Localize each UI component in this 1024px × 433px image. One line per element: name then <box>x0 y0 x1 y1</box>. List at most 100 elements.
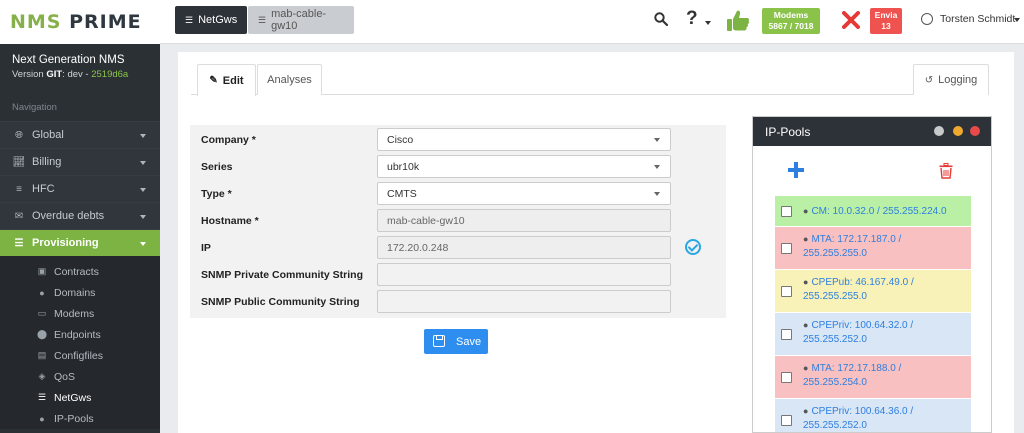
brand-version: Version GIT: dev - 2519d6a <box>12 69 148 80</box>
sliders-icon: ≡ <box>16 183 22 195</box>
pool-text[interactable]: ● MTA: 172.17.188.0 / 255.255.254.0 <box>803 361 965 390</box>
tag-icon: ● <box>803 363 809 373</box>
chart-icon: 📈︎ <box>12 156 26 168</box>
thumbs-up-icon[interactable] <box>726 9 750 33</box>
snmp-public-field[interactable] <box>377 290 671 313</box>
pool-text[interactable]: ● CPEPriv: 100.64.32.0 / 255.255.252.0 <box>803 318 965 347</box>
tab-bar: ✎ Edit Analyses ↺ Logging <box>191 64 989 96</box>
ip-pool-item[interactable]: ● MTA: 172.17.187.0 / 255.255.255.0 <box>775 226 971 269</box>
breadcrumb-gateway[interactable]: ☰ mab-cable-gw10 <box>248 6 354 34</box>
tag-icon: ● <box>803 277 809 287</box>
envia-badge-label: Envia <box>874 10 898 20</box>
type-select[interactable]: CMTS <box>377 182 671 205</box>
sidebar-subitem-contracts[interactable]: ▣ Contracts <box>0 261 160 282</box>
sidebar-subitem-ip-pools[interactable]: ● IP-Pools <box>0 408 160 429</box>
company-select[interactable]: Cisco <box>377 128 671 151</box>
sidebar-item-label: Overdue debts <box>32 210 105 222</box>
caret-down-icon <box>140 242 146 246</box>
pool-text[interactable]: ● CM: 10.0.32.0 / 255.255.224.0 <box>803 204 965 219</box>
sidebar-item-overdue-debts[interactable]: ✉ Overdue debts <box>0 202 160 229</box>
content-card: ✎ Edit Analyses ↺ Logging Company * Cisc… <box>178 52 1014 433</box>
server-icon: ☰ <box>185 14 194 25</box>
sidebar-item-label: Billing <box>32 156 62 168</box>
envia-status-badge[interactable]: Envia 13 <box>870 8 902 34</box>
search-icon[interactable] <box>654 12 668 26</box>
provisioning-submenu: ▣ Contracts ● Domains ▭ Modems ⬤ Endpoin… <box>0 256 160 429</box>
sidebar-item-billing[interactable]: 📈︎ Billing <box>0 148 160 175</box>
modems-badge-label: Modems <box>773 10 809 20</box>
save-button[interactable]: Save <box>424 329 488 354</box>
sidebar-subitem-domains[interactable]: ● Domains <box>0 282 160 303</box>
ip-pool-item[interactable]: ● CM: 10.0.32.0 / 255.255.224.0 <box>775 195 971 226</box>
logo[interactable]: NMS PRIME <box>10 11 142 33</box>
type-value: CMTS <box>387 188 417 200</box>
hostname-field[interactable]: mab-cable-gw10 <box>377 209 671 232</box>
series-label: Series <box>201 161 233 173</box>
envia-badge-count: 13 <box>881 21 891 31</box>
ip-pool-item[interactable]: ● MTA: 172.17.188.0 / 255.255.254.0 <box>775 355 971 398</box>
save-icon <box>433 335 445 347</box>
modems-status-badge[interactable]: Modems 5867 / 7018 <box>762 8 820 34</box>
history-icon: ↺ <box>924 74 934 86</box>
sidebar-item-provisioning[interactable]: ☰ Provisioning <box>0 229 160 256</box>
form-row-series: Series ubr10k <box>190 153 726 180</box>
ticket-icon: ◈ <box>38 371 46 381</box>
trash-icon[interactable] <box>939 163 953 179</box>
minimize-icon[interactable] <box>953 126 963 136</box>
sidebar-item-hfc[interactable]: ≡ HFC <box>0 175 160 202</box>
contract-icon: ▣ <box>37 266 47 276</box>
sidebar-subitem-netgws[interactable]: ☰ NetGws <box>0 387 160 408</box>
pool-checkbox[interactable] <box>781 206 792 217</box>
ip-pool-item[interactable]: ● CPEPriv: 100.64.32.0 / 255.255.252.0 <box>775 312 971 355</box>
tab-logging[interactable]: ↺ Logging <box>913 64 989 95</box>
series-select[interactable]: ubr10k <box>377 155 671 178</box>
caret-down-icon <box>140 161 146 165</box>
settings-icon[interactable] <box>934 126 944 136</box>
company-value: Cisco <box>387 134 414 146</box>
snmp-private-label: SNMP Private Community String <box>201 269 364 281</box>
caret-down-icon <box>140 188 146 192</box>
sidebar-item-label: Provisioning <box>32 237 99 249</box>
pool-checkbox[interactable] <box>781 415 792 426</box>
sidebar-subitem-qos[interactable]: ◈ QoS <box>0 366 160 387</box>
sidebar-item-label: HFC <box>32 183 55 195</box>
close-x-icon[interactable] <box>842 11 860 29</box>
caret-down-icon <box>140 215 146 219</box>
pool-text[interactable]: ● CPEPub: 46.167.49.0 / 255.255.255.0 <box>803 275 965 304</box>
sidebar-item-global[interactable]: 🌐︎ Global <box>0 121 160 148</box>
tag-icon: ● <box>803 234 809 244</box>
sidebar-subitem-configfiles[interactable]: ▤ Configfiles <box>0 345 160 366</box>
modems-badge-count: 5867 / 7018 <box>768 21 814 31</box>
pool-text[interactable]: ● CPEPriv: 100.64.36.0 / 255.255.252.0 <box>803 404 965 432</box>
tags-icon: ● <box>39 413 45 424</box>
logo-area[interactable]: NMS PRIME <box>0 0 160 44</box>
sidebar-item-label: Global <box>32 129 64 141</box>
breadcrumb-netgws[interactable]: ☰ NetGws <box>175 6 248 34</box>
pool-checkbox[interactable] <box>781 372 792 383</box>
git-label: GIT <box>46 69 63 80</box>
pool-checkbox[interactable] <box>781 243 792 254</box>
close-icon[interactable] <box>970 126 980 136</box>
sidebar-subitem-modems[interactable]: ▭ Modems <box>0 303 160 324</box>
ip-pool-item[interactable]: ● CPEPub: 46.167.49.0 / 255.255.255.0 <box>775 269 971 312</box>
snmp-private-field[interactable] <box>377 263 671 286</box>
pool-text[interactable]: ● MTA: 172.17.187.0 / 255.255.255.0 <box>803 232 965 261</box>
caret-down-icon[interactable] <box>705 21 711 25</box>
user-name[interactable]: Torsten Schmidt <box>940 13 1015 25</box>
help-icon[interactable]: ? <box>686 8 698 30</box>
ip-pool-item[interactable]: ● CPEPriv: 100.64.36.0 / 255.255.252.0 <box>775 398 971 432</box>
series-value: ubr10k <box>387 161 420 173</box>
pool-checkbox[interactable] <box>781 329 792 340</box>
server-icon: ☰ <box>37 392 47 402</box>
add-icon[interactable] <box>788 162 804 178</box>
tab-edit[interactable]: ✎ Edit <box>197 64 256 96</box>
user-icon[interactable] <box>921 13 933 25</box>
sidebar-subitem-label: QoS <box>54 370 76 383</box>
pool-label: CM: 10.0.32.0 / 255.255.224.0 <box>811 206 947 217</box>
ip-field[interactable]: 172.20.0.248 <box>377 236 671 259</box>
sidebar-subitem-endpoints[interactable]: ⬤ Endpoints <box>0 324 160 345</box>
pool-checkbox[interactable] <box>781 286 792 297</box>
caret-down-icon[interactable] <box>1014 18 1020 22</box>
tab-analyses[interactable]: Analyses <box>257 64 322 95</box>
hostname-value: mab-cable-gw10 <box>387 215 465 227</box>
